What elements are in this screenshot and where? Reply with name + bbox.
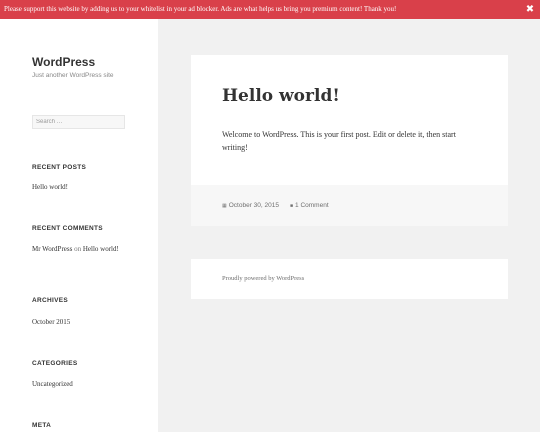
- post-comments: 1 Comment: [295, 202, 329, 209]
- site-description: Just another WordPress site: [32, 72, 114, 79]
- sidebar: WordPress Just another WordPress site RE…: [0, 19, 158, 432]
- post-date-link[interactable]: ▦ October 30, 2015: [222, 202, 279, 209]
- post-date: October 30, 2015: [228, 202, 279, 209]
- comment-author-link[interactable]: Mr WordPress: [32, 245, 72, 253]
- search-input[interactable]: [32, 115, 125, 129]
- widget-title-recent-posts: RECENT POSTS: [32, 164, 87, 171]
- close-icon[interactable]: ✖: [525, 0, 535, 19]
- comment-post-link[interactable]: Hello world!: [83, 245, 119, 253]
- post-card: Hello world! Welcome to WordPress. This …: [191, 55, 508, 226]
- post-content: Welcome to WordPress. This is your first…: [222, 130, 456, 152]
- widget-title-recent-comments: RECENT COMMENTS: [32, 225, 103, 232]
- comment-on-label: on: [74, 245, 82, 253]
- post-title[interactable]: Hello world!: [222, 86, 340, 106]
- recent-post-link[interactable]: Hello world!: [32, 183, 68, 191]
- post-comments-link[interactable]: ■ 1 Comment: [290, 202, 329, 209]
- recent-comment-item: Mr WordPress on Hello world!: [32, 244, 122, 254]
- archive-link[interactable]: October 2015: [32, 318, 70, 326]
- post-footer: ▦ October 30, 2015 ■ 1 Comment: [191, 185, 508, 226]
- category-link[interactable]: Uncategorized: [32, 380, 73, 388]
- site-title[interactable]: WordPress: [32, 55, 95, 69]
- footer-credit-link[interactable]: Proudly powered by WordPress: [222, 275, 304, 282]
- widget-title-meta: META: [32, 422, 52, 429]
- adblock-notice-bar: Please support this website by adding us…: [0, 0, 540, 19]
- widget-title-archives: ARCHIVES: [32, 297, 68, 304]
- calendar-icon: ▦: [222, 203, 227, 209]
- site-footer: Proudly powered by WordPress: [191, 259, 508, 299]
- notice-message: Please support this website by adding us…: [4, 5, 397, 13]
- comment-icon: ■: [290, 203, 294, 209]
- widget-title-categories: CATEGORIES: [32, 360, 78, 367]
